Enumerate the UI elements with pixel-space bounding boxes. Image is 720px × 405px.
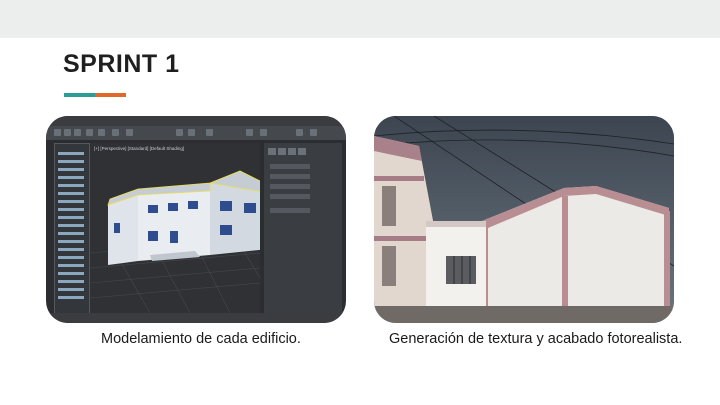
scene-object-row — [58, 280, 84, 283]
command-tab-icon — [268, 148, 276, 155]
command-tab-icon — [298, 148, 306, 155]
toolbar-tool-icon — [112, 129, 119, 136]
scene-object-row — [58, 192, 84, 195]
command-field — [270, 174, 310, 179]
toolbar-tool-icon — [206, 129, 213, 136]
scene-object-row — [58, 160, 84, 163]
command-field — [270, 184, 310, 189]
scene-object-row — [58, 216, 84, 219]
toolbar-tool-icon — [188, 129, 195, 136]
toolbar-tool-icon — [176, 129, 183, 136]
command-field — [270, 194, 310, 199]
toolbar-tool-icon — [246, 129, 253, 136]
house-render — [374, 116, 674, 323]
scene-object-row — [58, 208, 84, 211]
toolbar-tool-icon — [74, 129, 81, 136]
toolbar-tool-icon — [126, 129, 133, 136]
command-tab-icon — [278, 148, 286, 155]
building-model — [89, 170, 269, 314]
toolbar-tool-icon — [64, 129, 71, 136]
modeling-screenshot: [+] [Perspective] [Standard] [Default Sh… — [46, 116, 346, 323]
scene-object-row — [58, 224, 84, 227]
scene-object-row — [58, 288, 84, 291]
scene-object-row — [58, 296, 84, 299]
scene-object-row — [58, 168, 84, 171]
scene-object-row — [58, 256, 84, 259]
scene-object-row — [58, 184, 84, 187]
scene-object-row — [58, 200, 84, 203]
scene-object-row — [58, 232, 84, 235]
scene-object-row — [58, 152, 84, 155]
title-accent-teal — [64, 93, 95, 97]
title-accent-orange — [95, 93, 126, 97]
perspective-viewport — [89, 143, 269, 314]
caption-modeling: Modelamiento de cada edificio. — [101, 331, 301, 347]
toolbar-tool-icon — [54, 129, 61, 136]
command-field — [270, 164, 310, 169]
software-status-bar — [46, 313, 346, 323]
toolbar-tool-icon — [98, 129, 105, 136]
render-photo — [374, 116, 674, 323]
toolbar-tool-icon — [86, 129, 93, 136]
top-band — [0, 0, 720, 38]
command-tab-icon — [288, 148, 296, 155]
scene-object-row — [58, 176, 84, 179]
viewport-label: [+] [Perspective] [Standard] [Default Sh… — [94, 146, 185, 151]
toolbar-tool-icon — [296, 129, 303, 136]
toolbar-tool-icon — [260, 129, 267, 136]
toolbar-tool-icon — [310, 129, 317, 136]
scene-object-row — [58, 248, 84, 251]
software-menubar — [46, 116, 346, 126]
slide-title: SPRINT 1 — [63, 50, 180, 78]
scene-object-row — [58, 272, 84, 275]
scene-object-row — [58, 264, 84, 267]
caption-texturing: Generación de textura y acabado fotoreal… — [389, 331, 683, 347]
scene-object-row — [58, 240, 84, 243]
command-field — [270, 208, 310, 213]
